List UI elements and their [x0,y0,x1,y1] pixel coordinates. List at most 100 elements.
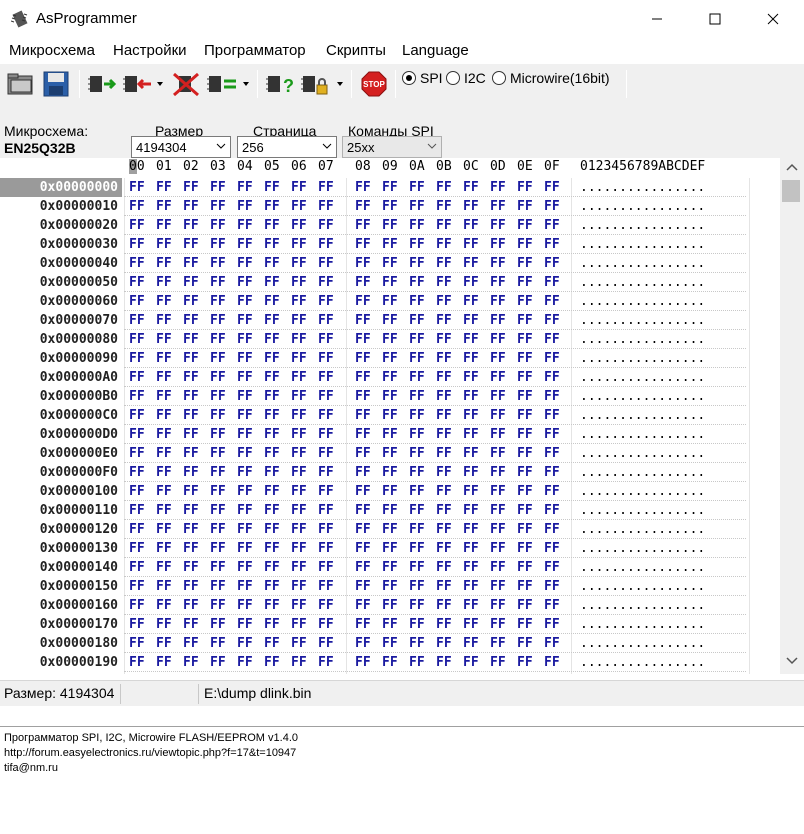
hex-byte[interactable]: FF [490,332,506,347]
hex-byte[interactable]: FF [318,446,334,461]
hex-byte[interactable]: FF [382,465,398,480]
hex-byte[interactable]: FF [237,484,253,499]
hex-byte[interactable]: FF [463,465,479,480]
hex-byte[interactable]: FF [436,351,452,366]
hex-byte[interactable]: FF [237,294,253,309]
hex-byte[interactable]: FF [237,655,253,670]
hex-ascii[interactable]: ................ [580,351,705,366]
hex-byte[interactable]: FF [490,199,506,214]
hex-ascii[interactable]: ................ [580,560,705,575]
hex-byte[interactable]: FF [463,389,479,404]
hex-byte[interactable]: FF [517,294,533,309]
hex-row[interactable]: 0x000000F0 FF FF FF FF FF FF FF FF FF FF FF FF FF FF FF… [0,463,780,482]
hex-byte[interactable]: FF [183,560,199,575]
hex-byte[interactable]: FF [291,180,307,195]
hex-byte[interactable]: FF [355,427,371,442]
hex-byte[interactable]: FF [210,598,226,613]
hex-row[interactable]: 0x00000090 FF FF FF FF FF FF FF FF FF FF FF FF FF FF FF… [0,349,780,368]
hex-byte[interactable]: FF [409,541,425,556]
hex-ascii[interactable]: ................ [580,199,705,214]
hex-byte[interactable]: FF [517,560,533,575]
hex-byte[interactable]: FF [490,598,506,613]
hex-byte[interactable]: FF [436,256,452,271]
hex-ascii[interactable]: ................ [580,617,705,632]
hex-byte[interactable]: FF [237,351,253,366]
hex-byte[interactable]: FF [264,408,280,423]
hex-byte[interactable]: FF [490,256,506,271]
hex-row[interactable]: 0x00000050 FF FF FF FF FF FF FF FF FF FF FF FF FF FF FF… [0,273,780,292]
hex-byte[interactable]: FF [264,541,280,556]
scrollbar-thumb[interactable] [782,180,800,202]
hex-byte[interactable]: FF [463,370,479,385]
hex-byte[interactable]: FF [436,465,452,480]
radio-microwire[interactable]: Microwire(16bit) [492,70,610,86]
hex-byte[interactable]: FF [409,180,425,195]
hex-byte[interactable]: FF [129,180,145,195]
hex-byte[interactable]: FF [409,636,425,651]
hex-byte[interactable]: FF [264,199,280,214]
hex-byte[interactable]: FF [264,256,280,271]
hex-byte[interactable]: FF [156,617,172,632]
hex-byte[interactable]: FF [156,294,172,309]
hex-byte[interactable]: FF [490,503,506,518]
radio-i2c[interactable]: I2C [446,70,486,86]
hex-byte[interactable]: FF [318,503,334,518]
hex-byte[interactable]: FF [264,313,280,328]
hex-byte[interactable]: FF [210,560,226,575]
hex-byte[interactable]: FF [318,256,334,271]
hex-byte[interactable]: FF [129,218,145,233]
hex-byte[interactable]: FF [291,560,307,575]
hex-byte[interactable]: FF [264,465,280,480]
hex-byte[interactable]: FF [318,294,334,309]
hex-byte[interactable]: FF [409,218,425,233]
hex-byte[interactable]: FF [237,617,253,632]
hex-byte[interactable]: FF [382,560,398,575]
hex-byte[interactable]: FF [264,636,280,651]
hex-byte[interactable]: FF [382,655,398,670]
hex-byte[interactable]: FF [237,541,253,556]
hex-byte[interactable]: FF [264,522,280,537]
hex-byte[interactable]: FF [291,617,307,632]
hex-byte[interactable]: FF [490,522,506,537]
hex-byte[interactable]: FF [291,636,307,651]
hex-byte[interactable]: FF [129,617,145,632]
hex-byte[interactable]: FF [409,446,425,461]
hex-byte[interactable]: FF [318,522,334,537]
hex-byte[interactable]: FF [463,237,479,252]
hex-byte[interactable]: FF [183,427,199,442]
hex-row[interactable]: 0x00000100 FF FF FF FF FF FF FF FF FF FF FF FF FF FF FF… [0,482,780,501]
hex-byte[interactable]: FF [129,560,145,575]
hex-byte[interactable]: FF [318,370,334,385]
hex-byte[interactable]: FF [237,503,253,518]
save-button[interactable] [40,68,72,100]
close-button[interactable] [744,0,802,38]
hex-byte[interactable]: FF [183,617,199,632]
hex-byte[interactable]: FF [490,313,506,328]
hex-byte[interactable]: FF [318,332,334,347]
lock-bits-button[interactable] [300,68,348,100]
hex-byte[interactable]: FF [409,484,425,499]
hex-byte[interactable]: FF [210,427,226,442]
hex-byte[interactable]: FF [544,332,560,347]
hex-byte[interactable]: FF [183,636,199,651]
hex-byte[interactable]: FF [436,484,452,499]
hex-row[interactable]: 0x000000C0 FF FF FF FF FF FF FF FF FF FF FF FF FF FF FF… [0,406,780,425]
hex-byte[interactable]: FF [409,294,425,309]
hex-byte[interactable]: FF [409,351,425,366]
hex-byte[interactable]: FF [355,522,371,537]
hex-byte[interactable]: FF [409,522,425,537]
maximize-button[interactable] [686,0,744,38]
hex-byte[interactable]: FF [129,332,145,347]
hex-byte[interactable]: FF [129,256,145,271]
hex-byte[interactable]: FF [129,465,145,480]
hex-byte[interactable]: FF [156,484,172,499]
hex-byte[interactable]: FF [237,180,253,195]
hex-byte[interactable]: FF [237,370,253,385]
hex-byte[interactable]: FF [264,370,280,385]
hex-byte[interactable]: FF [355,503,371,518]
hex-byte[interactable]: FF [318,218,334,233]
hex-byte[interactable]: FF [517,408,533,423]
hex-byte[interactable]: FF [355,446,371,461]
hex-byte[interactable]: FF [129,655,145,670]
hex-byte[interactable]: FF [490,617,506,632]
